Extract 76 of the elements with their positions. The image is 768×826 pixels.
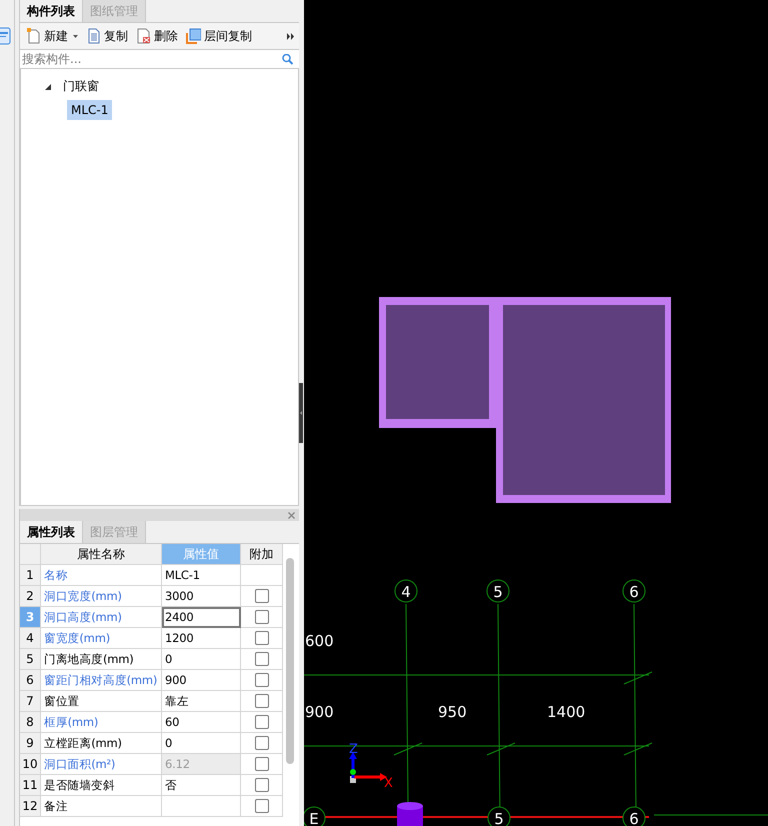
- tree-item[interactable]: 门联窗: [59, 75, 103, 98]
- property-name: 洞口宽度(mm): [41, 586, 162, 607]
- row-number[interactable]: 6: [20, 670, 41, 691]
- checkbox[interactable]: [254, 589, 268, 603]
- dimension-label: 900: [305, 703, 334, 721]
- toolbar-button[interactable]: 新建: [25, 26, 79, 46]
- property-name: 窗距门相对高度(mm): [41, 670, 162, 691]
- property-name: 框厚(mm): [41, 712, 162, 733]
- checkbox[interactable]: [254, 715, 268, 729]
- dimension-label: 1400: [547, 703, 586, 721]
- property-value[interactable]: 3000: [162, 586, 241, 607]
- property-name: 洞口高度(mm): [41, 607, 162, 628]
- property-name: 备注: [41, 796, 162, 817]
- property-name: 是否随墙变斜: [41, 775, 162, 796]
- axis-label: Z: [349, 742, 358, 757]
- search-field[interactable]: 搜索构件...: [20, 50, 282, 68]
- property-value[interactable]: 否: [162, 775, 241, 796]
- property-value[interactable]: 60: [162, 712, 241, 733]
- property-value[interactable]: 2400: [162, 607, 241, 628]
- axis-marker: 5: [488, 806, 510, 826]
- row-number[interactable]: 12: [20, 796, 41, 817]
- toolbar-button[interactable]: 层间复制: [185, 26, 253, 46]
- property-name: 窗宽度(mm): [41, 628, 162, 649]
- checkbox[interactable]: [254, 799, 268, 813]
- row-number[interactable]: 7: [20, 691, 41, 712]
- axis-marker: 6: [622, 806, 646, 826]
- property-name: 门离地高度(mm): [41, 649, 162, 670]
- splitter-handle: [299, 383, 303, 443]
- dimension-label: 950: [438, 703, 467, 721]
- axis-marker: E: [304, 806, 326, 826]
- checkbox[interactable]: [254, 757, 268, 771]
- double-arrow-icon: [287, 32, 295, 40]
- property-value[interactable]: 900: [162, 670, 241, 691]
- row-number[interactable]: 10: [20, 754, 41, 775]
- checkbox[interactable]: [254, 694, 268, 708]
- row-number[interactable]: 4: [20, 628, 41, 649]
- tree-item[interactable]: MLC-1: [67, 100, 112, 120]
- property-name: 窗位置: [41, 691, 162, 712]
- row-number[interactable]: 5: [20, 649, 41, 670]
- expanded-triangle-icon[interactable]: [45, 84, 51, 90]
- toolbar-button[interactable]: 复制: [85, 26, 129, 46]
- column-header[interactable]: 附加: [241, 544, 283, 565]
- property-value[interactable]: 1200: [162, 628, 241, 649]
- column-header[interactable]: 属性名称: [41, 544, 162, 565]
- checkbox[interactable]: [254, 652, 268, 666]
- document-delete-icon: [136, 28, 151, 44]
- property-value[interactable]: MLC-1: [162, 565, 241, 586]
- checkbox[interactable]: [254, 736, 268, 750]
- axis-marker: 6: [622, 580, 646, 602]
- row-number[interactable]: 2: [20, 586, 41, 607]
- new-document-icon: [26, 28, 41, 44]
- property-name: 名称: [41, 565, 162, 586]
- row-number[interactable]: 9: [20, 733, 41, 754]
- property-value[interactable]: 0: [162, 649, 241, 670]
- checkbox[interactable]: [254, 673, 268, 687]
- stacked-squares-icon: [186, 28, 201, 44]
- checkbox[interactable]: [254, 631, 268, 645]
- property-value[interactable]: 靠左: [162, 691, 241, 712]
- row-number[interactable]: 11: [20, 775, 41, 796]
- property-value-cell[interactable]: [162, 796, 241, 817]
- document-icon: [86, 28, 101, 44]
- checkbox[interactable]: [254, 610, 268, 624]
- property-name: 立樘距离(mm): [41, 733, 162, 754]
- window-icon: [0, 27, 11, 45]
- axis-marker: 5: [486, 580, 510, 602]
- close-icon[interactable]: [288, 512, 295, 518]
- checkbox[interactable]: [254, 778, 268, 792]
- column-drawing: [397, 802, 423, 826]
- row-number[interactable]: 1: [20, 565, 41, 586]
- overflow-button[interactable]: [287, 32, 295, 40]
- row-number[interactable]: 8: [20, 712, 41, 733]
- axis-label: X: [384, 776, 393, 791]
- caret-icon: [73, 34, 78, 38]
- dimension-label: 600: [305, 632, 334, 650]
- axis-marker: 4: [394, 580, 418, 602]
- toolbar-button[interactable]: 删除: [135, 26, 179, 46]
